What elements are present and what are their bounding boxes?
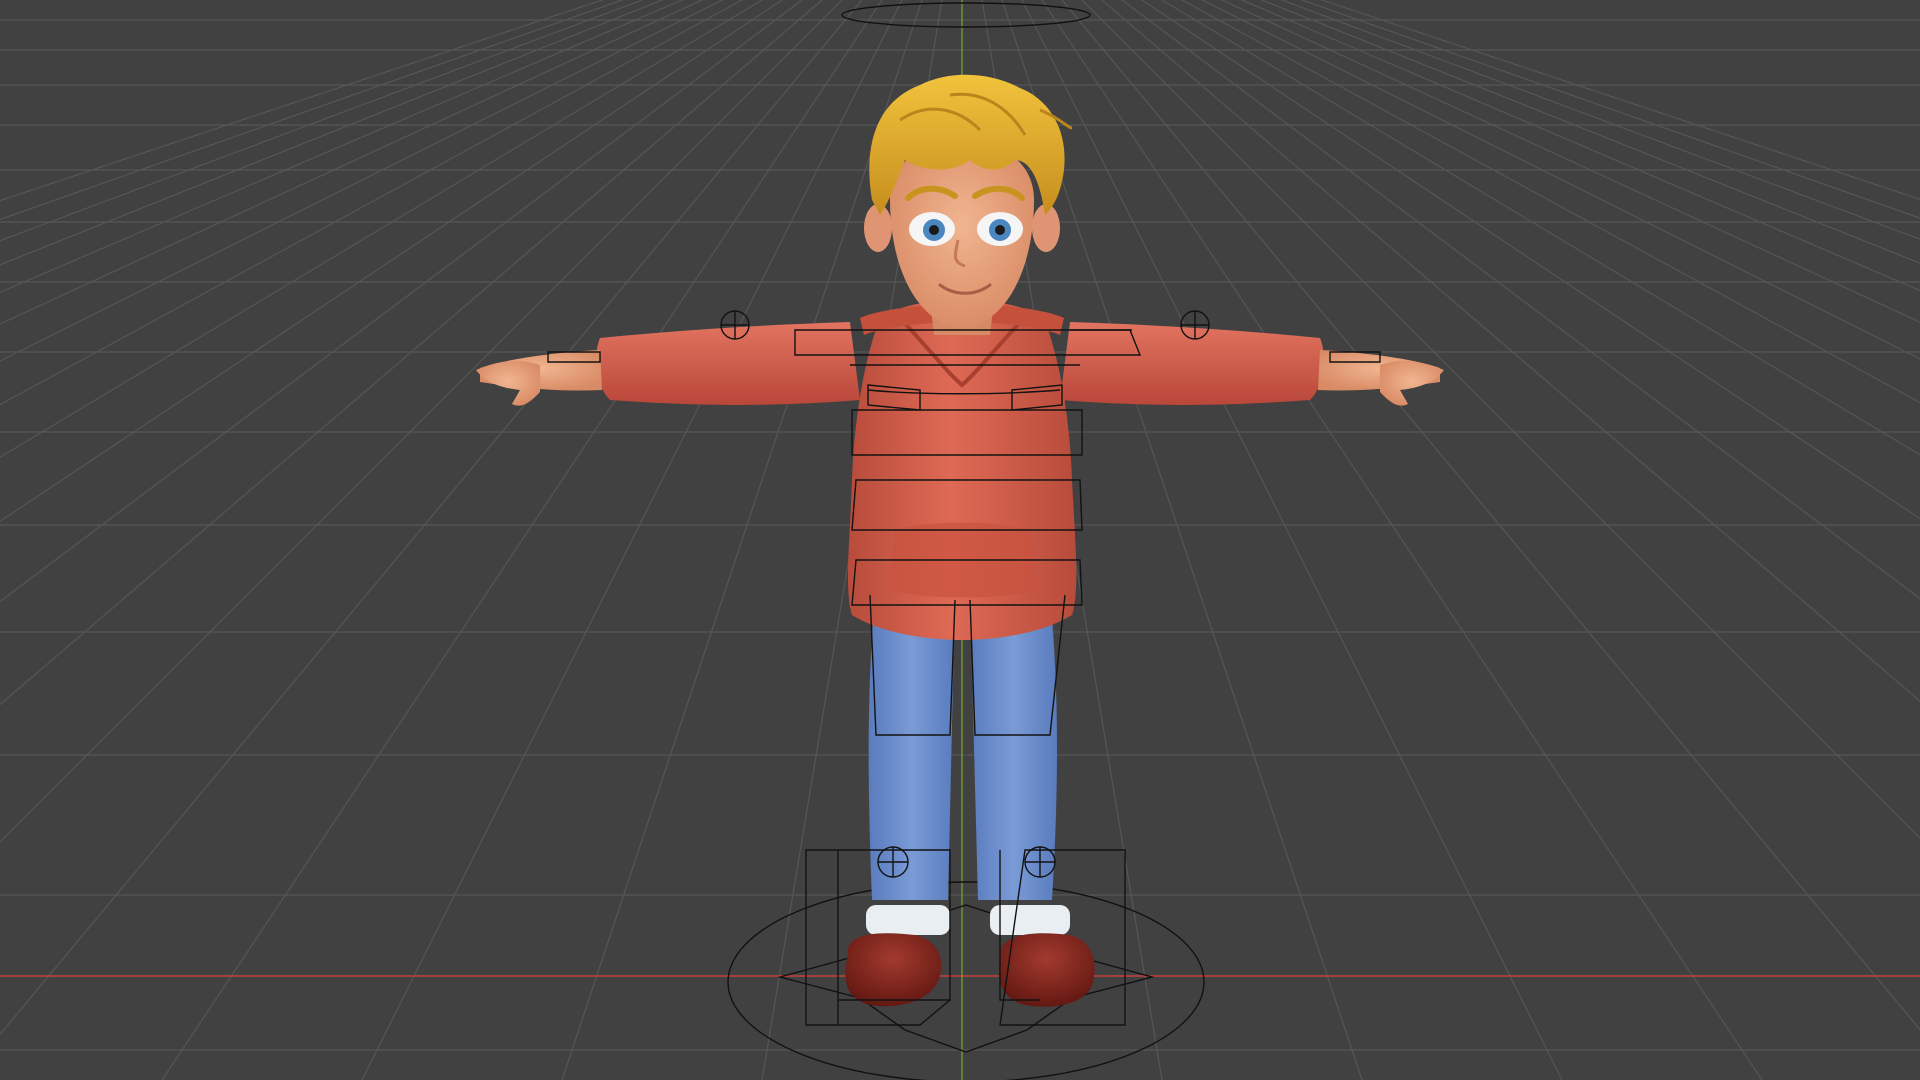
grid-line (1240, 0, 1920, 292)
grid-line (0, 0, 704, 325)
character-mesh[interactable] (476, 74, 1444, 1007)
head-top-control[interactable] (841, 2, 1091, 28)
grid-line (0, 0, 803, 603)
grid-line (0, 0, 764, 458)
grid-line (0, 0, 863, 1036)
grid-line (1280, 0, 1920, 240)
grid-line (0, 0, 604, 202)
grid-line (1180, 0, 1920, 404)
shoes (845, 933, 1095, 1007)
grid-line (1320, 0, 1920, 200)
grid-line (0, 0, 823, 706)
grid-line (0, 0, 784, 523)
grid-line (1140, 0, 1920, 520)
grid-line (1121, 0, 1920, 600)
hoodie (847, 300, 1077, 640)
grid-line (161, 0, 883, 1080)
left-arm (476, 322, 860, 406)
grid-line (1041, 0, 1763, 1080)
grid-line (0, 0, 644, 242)
grid-line (0, 0, 684, 293)
jeans (866, 595, 1070, 935)
grid-line (0, 0, 724, 362)
grid-line (1101, 0, 1920, 702)
viewport-canvas[interactable] (0, 0, 1920, 1080)
3d-viewport[interactable] (0, 0, 1920, 1080)
right-arm (1060, 322, 1444, 406)
grid-line (1260, 0, 1920, 264)
grid-line (1220, 0, 1920, 323)
grid-line (1081, 0, 1920, 839)
grid-line (1300, 0, 1920, 219)
grid-line (0, 0, 744, 406)
grid-line (0, 0, 624, 221)
grid-line (0, 0, 664, 266)
grid-line (1160, 0, 1920, 456)
grid-line (1200, 0, 1920, 360)
grid-line (0, 0, 843, 843)
grid-line (1061, 0, 1920, 1031)
